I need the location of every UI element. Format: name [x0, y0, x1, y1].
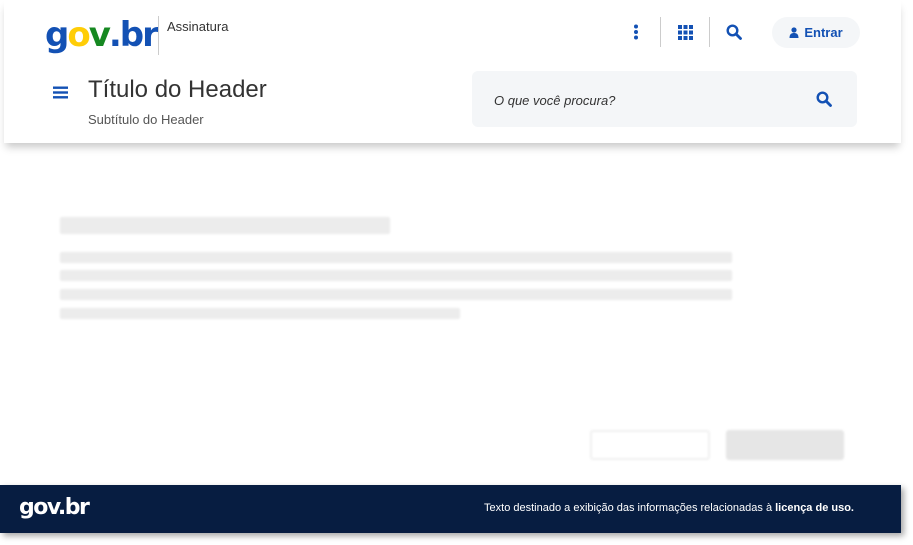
skeleton-line: [60, 252, 732, 263]
login-button[interactable]: Entrar: [772, 17, 860, 48]
skeleton-line: [60, 270, 732, 281]
logo-letter-r: r: [142, 15, 159, 55]
more-options-button[interactable]: [616, 17, 656, 47]
actions-divider: [660, 17, 661, 47]
menu-button[interactable]: [48, 80, 72, 104]
header-actions: [616, 17, 754, 47]
page-subtitle: Subtítulo do Header: [88, 112, 204, 127]
logo-letter-b: b: [119, 15, 144, 55]
license-description: Texto destinado a exibição das informaçõ…: [484, 502, 776, 514]
logo-dot: .: [108, 15, 122, 55]
search-icon: [726, 24, 742, 40]
header-search-button[interactable]: [714, 17, 754, 47]
logo-letter-v: v: [88, 15, 111, 55]
footer-govbr-logo[interactable]: gov.br: [19, 495, 90, 520]
page-title: Título do Header: [88, 76, 267, 103]
more-vertical-icon: [634, 24, 638, 40]
logo-letter-o: o: [67, 15, 90, 55]
logo-divider: [158, 16, 159, 55]
search-submit-button[interactable]: [810, 87, 838, 111]
skeleton-primary-button: [726, 430, 844, 460]
site-footer: gov.br Texto destinado a exibição das in…: [0, 485, 901, 533]
skeleton-line: [60, 289, 732, 300]
user-icon: [789, 27, 799, 38]
footer-license-text: Texto destinado a exibição das informaçõ…: [484, 502, 854, 514]
apps-button[interactable]: [665, 17, 705, 47]
license-link[interactable]: licença de uso.: [775, 502, 854, 514]
skeleton-secondary-button: [590, 430, 710, 460]
search-icon: [816, 91, 832, 107]
govbr-logo[interactable]: gov.br: [45, 14, 159, 55]
login-label: Entrar: [804, 25, 843, 40]
skeleton-title: [60, 217, 390, 234]
site-header: gov.br Assinatura Entrar Título do Heade…: [4, 0, 901, 143]
menu-icon: [52, 86, 68, 98]
apps-grid-icon: [677, 24, 693, 40]
search-bar: [472, 71, 857, 127]
header-signature: Assinatura: [167, 19, 229, 34]
search-input[interactable]: [494, 89, 804, 111]
skeleton-line: [60, 308, 460, 319]
logo-letter-g: g: [45, 15, 69, 55]
actions-divider: [709, 17, 710, 47]
